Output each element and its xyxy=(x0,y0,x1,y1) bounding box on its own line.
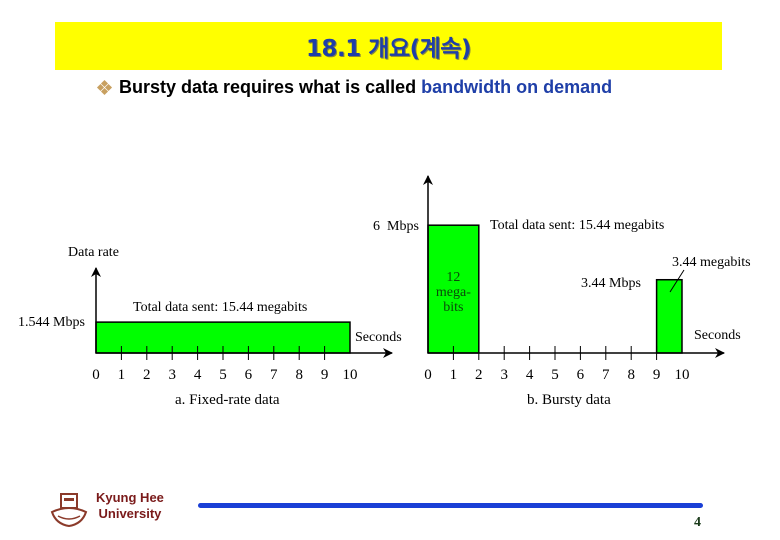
x-tick-label: 3 xyxy=(168,367,176,383)
university-name: Kyung Hee University xyxy=(96,490,164,522)
x-tick-label: 9 xyxy=(653,367,661,383)
charts-figure: 0 1 2 3 4 5 6 7 8 9 10 Data rate 1.544 Mbps Total … xyxy=(18,175,751,408)
x-tick-label: 2 xyxy=(475,367,483,383)
x-tick-label: 0 xyxy=(424,367,432,383)
x-tick-label: 8 xyxy=(627,367,635,383)
bar-value-label: 12 xyxy=(446,270,460,285)
footer-divider xyxy=(198,503,703,508)
x-axis-label: Seconds xyxy=(355,330,402,345)
university-logo-icon xyxy=(50,493,88,528)
burst-rate-label: 3.44 Mbps xyxy=(581,276,641,291)
x-tick-label: 3 xyxy=(500,367,508,383)
chart-title: b. Bursty data xyxy=(527,392,611,408)
x-tick-label: 6 xyxy=(577,367,585,383)
page-number: 4 xyxy=(694,515,701,530)
bar-value-label: bits xyxy=(443,300,463,315)
chart-title: a. Fixed-rate data xyxy=(175,392,280,408)
x-tick-label: 4 xyxy=(526,367,534,383)
x-tick-label: 4 xyxy=(194,367,202,383)
university-line-2: University xyxy=(98,506,162,521)
x-axis-label: Seconds xyxy=(694,328,741,343)
x-tick-label: 1 xyxy=(118,367,126,383)
x-tick-label: 5 xyxy=(219,367,227,383)
x-tick-label: 7 xyxy=(270,367,278,383)
x-tick-label: 8 xyxy=(295,367,303,383)
burst-callout: 3.44 megabits xyxy=(672,255,751,270)
x-tick-label: 10 xyxy=(343,367,358,383)
y-axis-label: Data rate xyxy=(68,245,119,260)
fixed-rate-chart: 0 1 2 3 4 5 6 7 8 9 10 Data rate 1.544 Mbps Total … xyxy=(18,245,402,408)
data-bar xyxy=(655,278,683,354)
x-tick-label: 7 xyxy=(602,367,610,383)
x-tick-label: 5 xyxy=(551,367,559,383)
x-tick-label: 1 xyxy=(450,367,458,383)
university-line-1: Kyung Hee xyxy=(96,490,164,505)
total-annotation: Total data sent: 15.44 megabits xyxy=(490,218,664,233)
rate-level-label: 6 Mbps xyxy=(373,219,419,234)
bar-value-label: mega- xyxy=(436,285,471,300)
rate-level-label: 1.544 Mbps xyxy=(18,315,85,330)
x-tick-label: 6 xyxy=(245,367,253,383)
x-tick-label: 9 xyxy=(321,367,329,383)
x-tick-label: 0 xyxy=(92,367,100,383)
bursty-chart: 0 1 2 3 4 5 6 7 8 9 10 6 Mbps Total data sent: 15.… xyxy=(373,175,751,408)
x-tick-label: 10 xyxy=(675,367,690,383)
x-tick-label: 2 xyxy=(143,367,151,383)
total-annotation: Total data sent: 15.44 megabits xyxy=(133,300,307,315)
